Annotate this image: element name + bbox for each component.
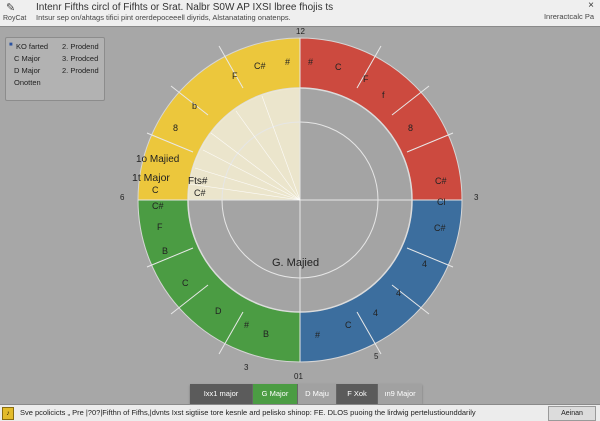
wheel-ring: [137, 37, 463, 363]
yellow-label: F: [232, 71, 238, 81]
blue-label: 4: [373, 308, 378, 318]
key-button[interactable]: ın9 Major: [378, 384, 422, 404]
blue-label: C#: [434, 223, 446, 233]
legend-item[interactable]: D Major: [14, 66, 40, 75]
highlight-label: C: [152, 185, 159, 195]
red-label: #: [308, 57, 313, 67]
green-label: C#: [152, 201, 164, 211]
green-label: C: [182, 278, 189, 288]
outer-label-left: 6: [120, 193, 125, 202]
yellow-label: #: [285, 57, 290, 67]
blue-label: Cl: [437, 197, 446, 207]
panel-label[interactable]: Inreractcalc Pa: [544, 12, 594, 21]
legend-item[interactable]: C Major: [14, 54, 40, 63]
blue-label: 4: [422, 259, 427, 269]
green-label: D: [215, 306, 222, 316]
status-button[interactable]: Aeinan: [548, 406, 596, 421]
legend-item[interactable]: KO farted: [16, 42, 48, 51]
blue-label: #: [315, 330, 320, 340]
window-subtitle: Intsur sep on/ahtags tifici pint orerdep…: [36, 13, 291, 22]
legend-item[interactable]: 2. Prodend: [62, 42, 99, 51]
yellow-label: b: [192, 101, 197, 111]
key-selector-bar: Ixx1 major G Major D Maju F Xok ın9 Majo…: [190, 384, 422, 404]
red-label: C: [335, 62, 342, 72]
legend-checkbox-icon[interactable]: ■: [9, 42, 13, 48]
app-name: RoyCat: [3, 15, 27, 22]
highlight-label: 1t Major: [132, 172, 170, 184]
key-button[interactable]: Ixx1 major: [190, 384, 253, 404]
outer-label-top: 12: [296, 27, 305, 36]
legend-item[interactable]: 2. Prodend: [62, 66, 99, 75]
outer-label-right: 3: [474, 193, 479, 202]
green-label: B: [263, 329, 269, 339]
highlight-label: C#: [194, 188, 206, 198]
status-text: Sve pcolicicts „ Pre |?0?|Fifthn of Fifh…: [20, 408, 476, 417]
red-label: F: [363, 74, 369, 84]
window-title: Intenr Fifths circl of Fifhts or Srat. N…: [36, 2, 334, 13]
center-key-label: G. Majied: [272, 257, 319, 269]
yellow-label: C#: [254, 61, 266, 71]
key-button[interactable]: F Xok: [337, 384, 378, 404]
legend-panel: ■ KO farted C Major D Major Onotten 2. P…: [5, 37, 105, 101]
green-label: F: [157, 222, 163, 232]
close-icon[interactable]: ×: [588, 0, 594, 11]
blue-label: C: [345, 320, 352, 330]
yellow-label: 1o Majied: [136, 154, 179, 165]
status-bar: ♪ Sve pcolicicts „ Pre |?0?|Fifthn of Fi…: [0, 404, 600, 421]
legend-item[interactable]: Onotten: [14, 78, 41, 87]
outer-label-bottom: 01: [294, 372, 303, 381]
app-icon: ✎: [6, 2, 16, 14]
legend-item[interactable]: 3. Prodced: [62, 54, 98, 63]
green-label: #: [244, 320, 249, 330]
highlight-label: Fts#: [188, 176, 208, 187]
key-button[interactable]: D Maju: [298, 384, 337, 404]
outer-label-bottom-right: 5: [374, 352, 379, 361]
blue-label: 4: [396, 288, 401, 298]
green-label: B: [162, 246, 168, 256]
title-bar: ✎ RoyCat Intenr Fifths circl of Fifhts o…: [0, 0, 600, 27]
yellow-label: 8: [173, 123, 178, 133]
red-label: 8: [408, 123, 413, 133]
red-label: C#: [435, 176, 447, 186]
outer-label-bottom-left: 3: [244, 363, 249, 372]
key-button[interactable]: G Major: [253, 384, 298, 404]
music-note-icon: ♪: [2, 407, 14, 420]
